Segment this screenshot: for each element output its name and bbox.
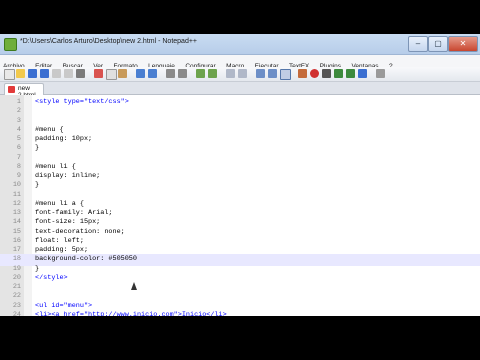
code-line[interactable]: 24 <li><a href="http://www.inicio.com">In… bbox=[0, 310, 480, 316]
maximize-button[interactable]: ▢ bbox=[428, 36, 448, 52]
stop-macro-icon[interactable] bbox=[322, 69, 331, 78]
line-number: 24 bbox=[12, 310, 21, 316]
unsaved-file-icon bbox=[8, 86, 15, 93]
find-icon[interactable] bbox=[166, 69, 175, 78]
sync-v-icon[interactable] bbox=[226, 69, 235, 78]
close-all-icon[interactable] bbox=[64, 69, 73, 78]
close-file-icon[interactable] bbox=[52, 69, 61, 78]
new-file-icon[interactable] bbox=[4, 69, 15, 80]
lang-icon[interactable] bbox=[298, 69, 307, 78]
code-editor[interactable]: 1 <style type="text/css"> 2 3 4 #menu {5 paddi… bbox=[0, 95, 480, 316]
mouse-cursor-icon bbox=[131, 282, 137, 290]
save-all-icon[interactable] bbox=[40, 69, 49, 78]
indent-guide-icon[interactable] bbox=[280, 69, 291, 80]
zoom-out-icon[interactable] bbox=[208, 69, 217, 78]
cut-icon[interactable] bbox=[94, 69, 103, 78]
undo-icon[interactable] bbox=[136, 69, 145, 78]
title-bar[interactable]: *D:\Users\Carlos Arturo\Desktop\new 2.ht… bbox=[0, 34, 480, 55]
redo-icon[interactable] bbox=[148, 69, 157, 78]
window-title: *D:\Users\Carlos Arturo\Desktop\new 2.ht… bbox=[20, 38, 198, 45]
toolbar bbox=[0, 67, 480, 82]
notepad-window: *D:\Users\Carlos Arturo\Desktop\new 2.ht… bbox=[0, 34, 480, 316]
save-icon[interactable] bbox=[28, 69, 37, 78]
save-macro-icon[interactable] bbox=[358, 69, 367, 78]
paste-icon[interactable] bbox=[118, 69, 127, 78]
show-all-chars-icon[interactable] bbox=[268, 69, 277, 78]
notepad-app-icon bbox=[4, 38, 17, 51]
menu-bar: Archivo Editar Buscar Ver Formato Lengua… bbox=[0, 55, 480, 70]
spellcheck-icon[interactable] bbox=[376, 69, 385, 78]
zoom-in-icon[interactable] bbox=[196, 69, 205, 78]
tab-new-2-html[interactable]: new 2.html bbox=[4, 83, 44, 99]
minimize-button[interactable]: – bbox=[408, 36, 428, 52]
replace-icon[interactable] bbox=[178, 69, 187, 78]
record-macro-icon[interactable] bbox=[310, 69, 319, 78]
copy-icon[interactable] bbox=[106, 69, 117, 80]
sync-h-icon[interactable] bbox=[238, 69, 247, 78]
wrap-icon[interactable] bbox=[256, 69, 265, 78]
close-button[interactable]: ✕ bbox=[448, 36, 478, 52]
tab-bar: new 2.html bbox=[0, 82, 480, 99]
open-folder-icon[interactable] bbox=[16, 69, 25, 78]
line-text: <li><a href="http://www.inicio.com">Inic… bbox=[35, 310, 227, 316]
play-macro-icon[interactable] bbox=[334, 69, 343, 78]
print-icon[interactable] bbox=[76, 69, 85, 78]
play-multiple-icon[interactable] bbox=[346, 69, 355, 78]
